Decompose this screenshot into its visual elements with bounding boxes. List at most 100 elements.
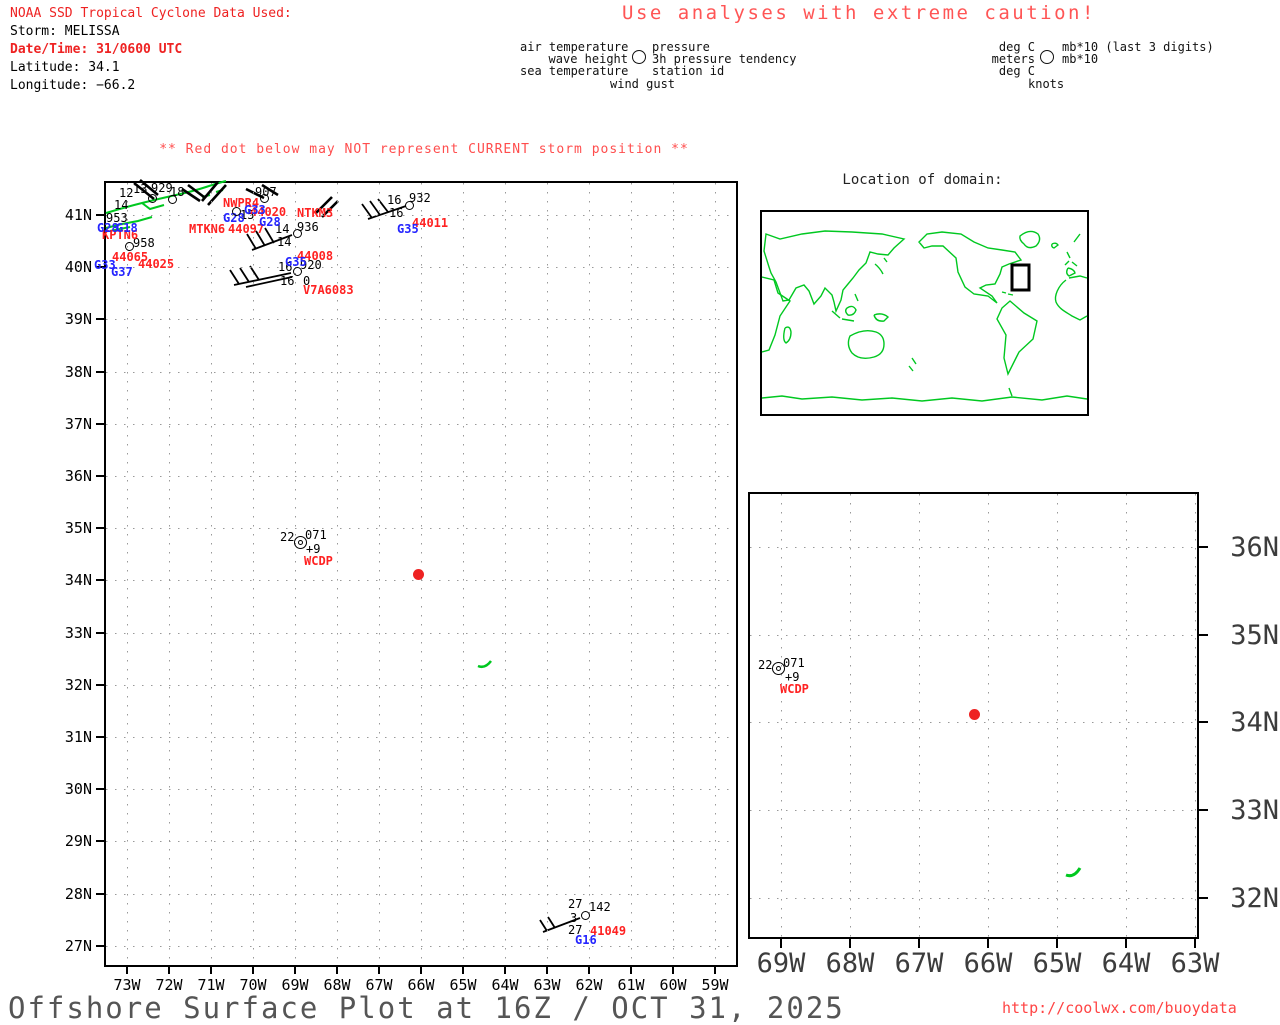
station-label: 13 — [133, 182, 148, 196]
station-label: 44025 — [138, 257, 175, 271]
x-axis-tick — [504, 967, 506, 974]
y-axis-label: 39N — [64, 310, 92, 328]
buoy-plot-page: { "header": { "noaa_line": "NOAA SSD Tro… — [0, 0, 1280, 1025]
y-axis-tick — [96, 475, 104, 477]
caribbean — [1001, 291, 1014, 296]
station-label: 14 — [277, 235, 292, 249]
grid-line-horizontal — [106, 319, 736, 320]
y-axis-tick — [96, 893, 104, 895]
south-america — [996, 300, 1038, 377]
greenland — [1019, 230, 1041, 249]
legend-station-id: station id — [652, 64, 725, 78]
grid-line-vertical — [505, 183, 506, 965]
grid-line-horizontal — [750, 898, 1197, 899]
grid-line-horizontal — [750, 547, 1197, 548]
world-inset-map — [760, 210, 1089, 416]
station-circle — [231, 206, 241, 216]
x-axis-tick — [210, 967, 212, 974]
grid-line-horizontal — [106, 789, 736, 790]
x-axis-tick — [336, 967, 338, 974]
y-axis-label: 38N — [64, 363, 92, 381]
x-axis-tick — [294, 967, 296, 974]
station-circle — [124, 241, 134, 251]
y-axis-label: 30N — [64, 780, 92, 798]
x-axis-label: 63W — [1170, 948, 1220, 979]
station-label: V7A6083 — [303, 283, 354, 297]
grid-line-vertical — [631, 183, 632, 965]
y-axis-label: 37N — [64, 415, 92, 433]
station-label: G16 — [575, 933, 597, 947]
x-axis-tick — [1194, 939, 1196, 948]
y-axis-label: 36N — [64, 467, 92, 485]
units-tendency: mb*10 — [1062, 52, 1099, 66]
y-axis-tick — [96, 318, 104, 320]
station-label: 16 — [387, 193, 402, 207]
legend-wind-gust: wind gust — [610, 77, 676, 91]
grid-line-horizontal — [106, 946, 736, 947]
y-axis-tick — [96, 579, 104, 581]
station-circle — [292, 266, 302, 276]
y-axis-tick — [96, 788, 104, 790]
station-circle-inner — [775, 665, 781, 671]
antarctica — [761, 387, 1088, 402]
x-axis-tick — [252, 967, 254, 974]
eurasia — [763, 230, 906, 314]
station-label: 27 — [568, 897, 583, 911]
storm-position-dot — [968, 708, 980, 720]
japan — [874, 257, 888, 275]
y-axis-tick — [1199, 546, 1208, 548]
grid-line-vertical — [589, 183, 590, 965]
latitude-line: Latitude: 34.1 — [10, 60, 120, 75]
y-axis-label: 34N — [1230, 707, 1279, 738]
station-circle-icon — [632, 50, 646, 64]
y-axis-label: 32N — [1230, 883, 1279, 914]
station-label: 22 — [758, 658, 773, 672]
y-axis-label: 27N — [64, 937, 92, 955]
africa-east — [761, 276, 791, 353]
station-label: WCDP — [304, 554, 333, 568]
grid-line-vertical — [127, 183, 128, 965]
grid-line-vertical — [337, 183, 338, 965]
grid-line-horizontal — [106, 528, 736, 529]
y-axis-label: 32N — [64, 676, 92, 694]
station-label: 16 — [389, 206, 404, 220]
station-label: 071 — [305, 528, 327, 542]
grid-line-vertical — [169, 183, 170, 965]
grid-line-vertical — [547, 183, 548, 965]
grid-line-horizontal — [750, 810, 1197, 811]
australia — [847, 329, 885, 360]
x-axis-tick — [849, 939, 851, 948]
y-axis-label: 35N — [1230, 620, 1279, 651]
station-label: MTKN6 — [189, 222, 226, 236]
grid-line-vertical — [850, 494, 851, 937]
station-circle — [404, 200, 414, 210]
grid-line-horizontal — [750, 635, 1197, 636]
y-axis-tick — [96, 840, 104, 842]
station-label: 071 — [783, 656, 805, 670]
noaa-data-line: NOAA SSD Tropical Cyclone Data Used: — [10, 6, 292, 21]
y-axis-tick — [1199, 897, 1208, 899]
red-dot-warning: ** Red dot below may NOT represent CURRE… — [159, 142, 689, 157]
longitude-line: Longitude: −66.2 — [10, 78, 136, 93]
grid-line-vertical — [463, 183, 464, 965]
grid-line-horizontal — [106, 424, 736, 425]
source-url: http://coolwx.com/buoydata — [1002, 999, 1237, 1017]
y-axis-label: 41N — [64, 206, 92, 224]
indonesia — [831, 293, 890, 322]
y-axis-label: 29N — [64, 832, 92, 850]
grid-line-horizontal — [106, 894, 736, 895]
x-axis-tick — [588, 967, 590, 974]
datetime-line: Date/Time: 31/0600 UTC — [10, 42, 183, 57]
madagascar — [783, 326, 792, 344]
storm-position-dot — [412, 568, 424, 580]
main-map: 73W 72W 71W 70W 69W 68W 67W 66W 65W 64W 63W 62W 61W 6… — [65, 179, 738, 994]
grid-line-horizontal — [106, 267, 736, 268]
europe-west — [1064, 233, 1081, 277]
units-sea-temp: deg C — [998, 64, 1035, 78]
y-axis-label: 33N — [1230, 795, 1279, 826]
station-circle — [580, 910, 590, 920]
y-axis-tick — [96, 371, 104, 373]
x-axis-tick — [168, 967, 170, 974]
x-axis-tick — [630, 967, 632, 974]
station-circle-icon — [1040, 50, 1054, 64]
